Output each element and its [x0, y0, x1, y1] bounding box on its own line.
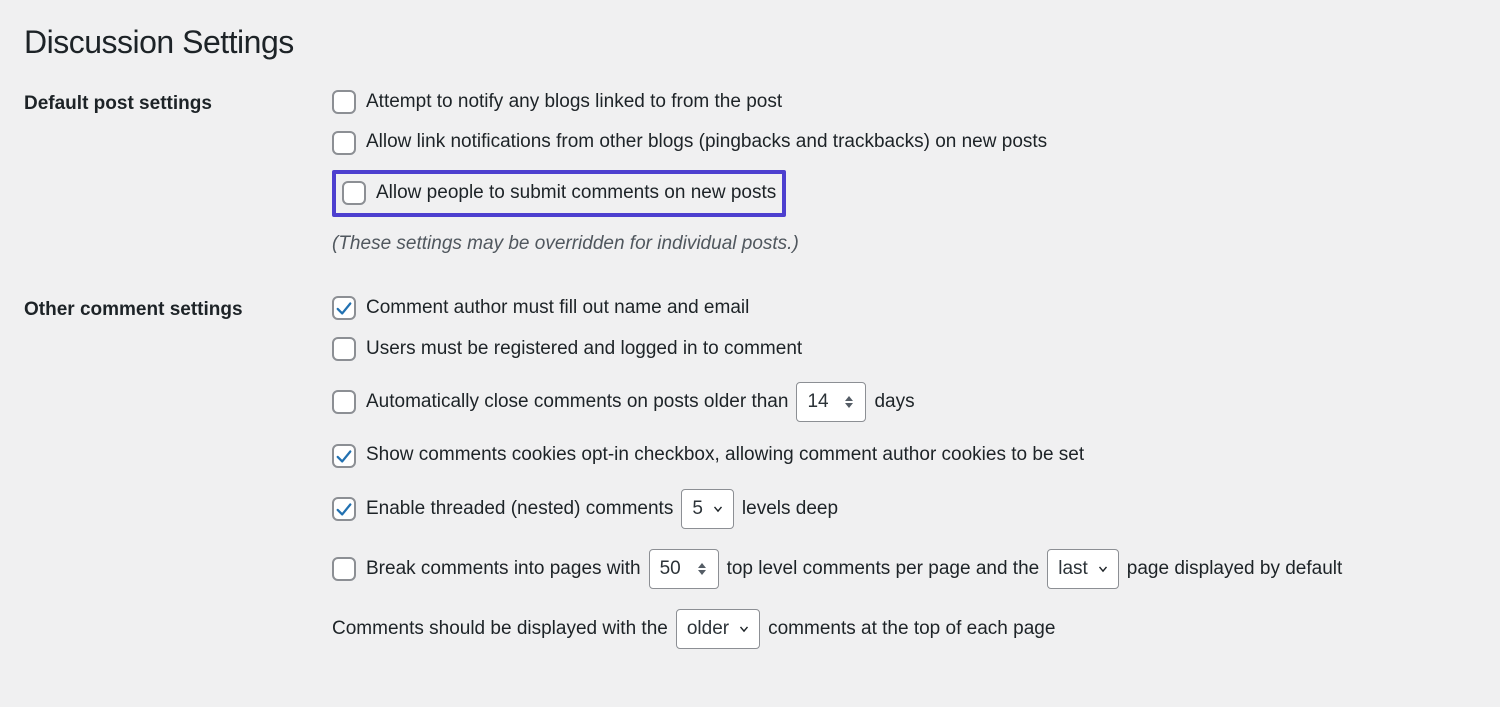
checkbox-autoclose[interactable]	[332, 390, 356, 414]
select-comment-order[interactable]: older	[676, 609, 760, 649]
default-post-settings-controls: Attempt to notify any blogs linked to fr…	[332, 89, 1476, 257]
chevron-down-icon	[737, 622, 751, 636]
default-post-settings-label: Default post settings	[24, 89, 332, 118]
option-registered-label: Users must be registered and logged in t…	[366, 336, 802, 363]
option-name-email-label: Comment author must fill out name and em…	[366, 295, 749, 322]
option-notify-blogs-label: Attempt to notify any blogs linked to fr…	[366, 89, 782, 116]
option-order-after: comments at the top of each page	[768, 616, 1055, 643]
input-autoclose-days-value: 14	[807, 389, 828, 416]
select-paginate-default-page[interactable]: last	[1047, 549, 1119, 589]
input-paginate-count-value: 50	[660, 556, 681, 583]
checkbox-notify-blogs[interactable]	[332, 90, 356, 114]
option-order: Comments should be displayed with the ol…	[332, 609, 1476, 649]
checkbox-pingbacks[interactable]	[332, 131, 356, 155]
option-pingbacks-label: Allow link notifications from other blog…	[366, 129, 1047, 156]
chevron-down-icon	[1096, 562, 1110, 576]
option-paginate: Break comments into pages with 50 top le…	[332, 549, 1476, 589]
default-post-note: (These settings may be overridden for in…	[332, 231, 1476, 258]
checkbox-cookies[interactable]	[332, 444, 356, 468]
select-comment-order-value: older	[687, 616, 729, 643]
option-threaded-after: levels deep	[742, 496, 838, 523]
option-notify-blogs: Attempt to notify any blogs linked to fr…	[332, 89, 1476, 116]
checkbox-allow-comments[interactable]	[342, 181, 366, 205]
option-order-before: Comments should be displayed with the	[332, 616, 668, 643]
option-allow-comments-label: Allow people to submit comments on new p…	[376, 180, 776, 207]
other-comment-settings-label: Other comment settings	[24, 295, 332, 324]
option-cookies: Show comments cookies opt-in checkbox, a…	[332, 442, 1476, 469]
select-threaded-levels[interactable]: 5	[681, 489, 734, 529]
option-pingbacks: Allow link notifications from other blog…	[332, 129, 1476, 156]
option-threaded-before: Enable threaded (nested) comments	[366, 496, 673, 523]
option-autoclose-after: days	[874, 389, 914, 416]
option-allow-comments-row: Allow people to submit comments on new p…	[332, 170, 1476, 217]
other-comment-settings-controls: Comment author must fill out name and em…	[332, 295, 1476, 649]
option-autoclose: Automatically close comments on posts ol…	[332, 382, 1476, 422]
option-paginate-mid: top level comments per page and the	[727, 556, 1040, 583]
option-paginate-after: page displayed by default	[1127, 556, 1343, 583]
default-post-settings-row: Default post settings Attempt to notify …	[24, 89, 1476, 257]
stepper-icon	[845, 392, 857, 412]
stepper-icon	[698, 559, 710, 579]
input-paginate-count[interactable]: 50	[649, 549, 719, 589]
option-autoclose-before: Automatically close comments on posts ol…	[366, 389, 788, 416]
select-threaded-value: 5	[692, 496, 703, 523]
other-comment-settings-row: Other comment settings Comment author mu…	[24, 295, 1476, 649]
checkbox-threaded[interactable]	[332, 497, 356, 521]
page-title: Discussion Settings	[24, 20, 1476, 65]
checkbox-registered[interactable]	[332, 337, 356, 361]
chevron-down-icon	[711, 502, 725, 516]
highlight-allow-comments: Allow people to submit comments on new p…	[332, 170, 786, 217]
option-paginate-before: Break comments into pages with	[366, 556, 641, 583]
option-cookies-label: Show comments cookies opt-in checkbox, a…	[366, 442, 1084, 469]
select-paginate-default-value: last	[1058, 556, 1088, 583]
option-registered: Users must be registered and logged in t…	[332, 336, 1476, 363]
input-autoclose-days[interactable]: 14	[796, 382, 866, 422]
checkbox-name-email[interactable]	[332, 296, 356, 320]
checkbox-paginate[interactable]	[332, 557, 356, 581]
option-threaded: Enable threaded (nested) comments 5 leve…	[332, 489, 1476, 529]
option-name-email: Comment author must fill out name and em…	[332, 295, 1476, 322]
